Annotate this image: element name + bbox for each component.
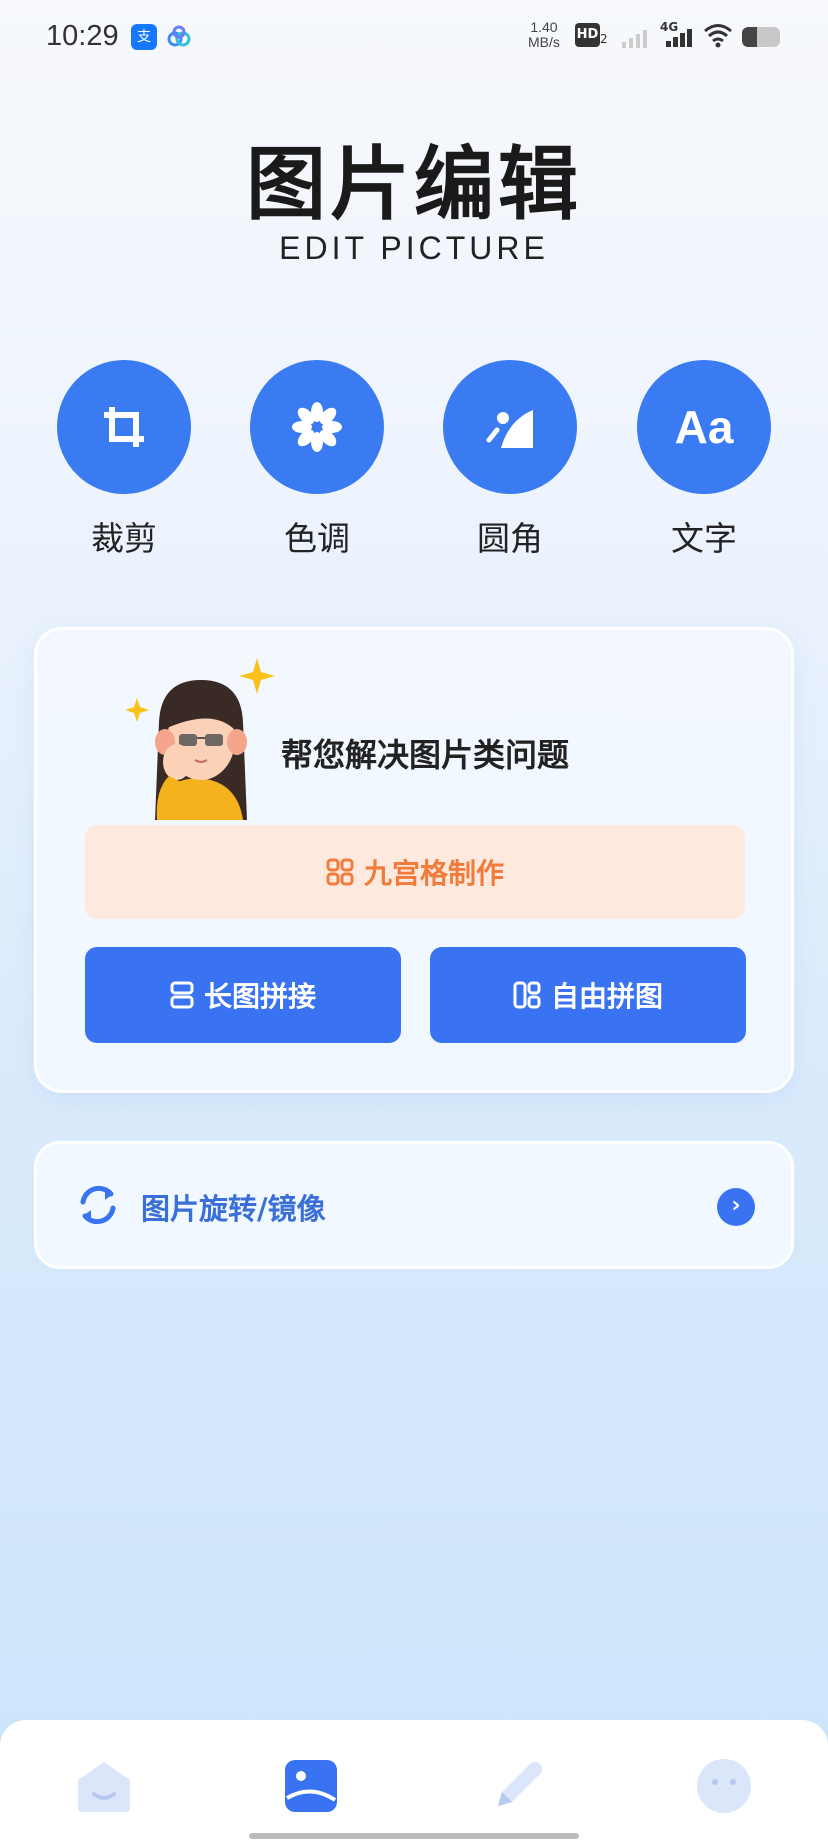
nine-grid-button[interactable]: 九宫格制作 (85, 825, 745, 919)
smiley-icon[interactable] (694, 1756, 754, 1816)
free-collage-button[interactable]: 自由拼图 (430, 947, 746, 1043)
tool-text[interactable]: Aa 文字 (634, 360, 774, 560)
alipay-icon: 支 (131, 24, 157, 50)
home-icon[interactable] (74, 1756, 134, 1816)
nine-grid-label: 九宫格制作 (363, 857, 504, 890)
tool-tone[interactable]: 色调 (247, 360, 387, 560)
text-icon: Aa (637, 360, 771, 494)
image-edit-icon[interactable] (281, 1756, 341, 1816)
bottom-tab-bar (0, 1720, 828, 1843)
flower-icon (250, 360, 384, 494)
tool-grid: 裁剪 色调 圆角 Aa 文字 (0, 360, 828, 560)
collage-icon (513, 981, 541, 1009)
long-stitch-button[interactable]: 长图拼接 (85, 947, 401, 1043)
text-icon-glyph: Aa (674, 401, 734, 453)
grid-icon (326, 858, 354, 886)
stack-icon (170, 981, 194, 1009)
tool-tone-label: 色调 (284, 519, 350, 558)
page-subtitle: EDIT PICTURE (279, 230, 549, 266)
long-stitch-label: 长图拼接 (203, 980, 316, 1013)
pencil-icon[interactable] (488, 1756, 548, 1816)
feature-card: 帮您解决图片类问题 九宫格制作 长图拼接 自由拼图 (34, 627, 794, 1093)
home-indicator[interactable] (249, 1833, 579, 1839)
hd-sub: 2 (600, 32, 608, 46)
rotate-mirror-label: 图片旋转/镜像 (141, 1192, 326, 1226)
wifi-icon (704, 24, 732, 48)
tool-crop[interactable]: 裁剪 (54, 360, 194, 560)
chevron-right-icon[interactable]: › (717, 1188, 755, 1226)
rotate-icon (80, 1185, 116, 1225)
free-collage-label: 自由拼图 (550, 980, 663, 1013)
tool-round-corner[interactable]: 圆角 (440, 360, 580, 560)
signal-4g-icon: 4G (660, 20, 694, 48)
tool-round-corner-label: 圆角 (477, 519, 543, 558)
net-speed-value: 1.40 (530, 19, 558, 35)
crop-icon (57, 360, 191, 494)
rotate-mirror-row[interactable]: 图片旋转/镜像 › (34, 1141, 794, 1269)
hd-icon: HD (575, 23, 600, 47)
battery-icon (742, 27, 780, 47)
net-speed-unit: MB/s (528, 34, 560, 50)
card-headline: 帮您解决图片类问题 (281, 736, 570, 774)
status-bar: 10:29 支 1.40 MB/s HD 2 4G (0, 0, 828, 74)
tool-crop-label: 裁剪 (91, 519, 157, 558)
tool-text-label: 文字 (671, 519, 737, 558)
page-title: 图片编辑 (246, 138, 582, 231)
round-corner-icon (443, 360, 577, 494)
cloud-app-icon (166, 24, 192, 50)
character-illustration (125, 658, 275, 820)
signal-weak-icon (622, 30, 647, 48)
net-speed: 1.40 MB/s (528, 20, 560, 50)
status-time: 10:29 (46, 20, 119, 52)
